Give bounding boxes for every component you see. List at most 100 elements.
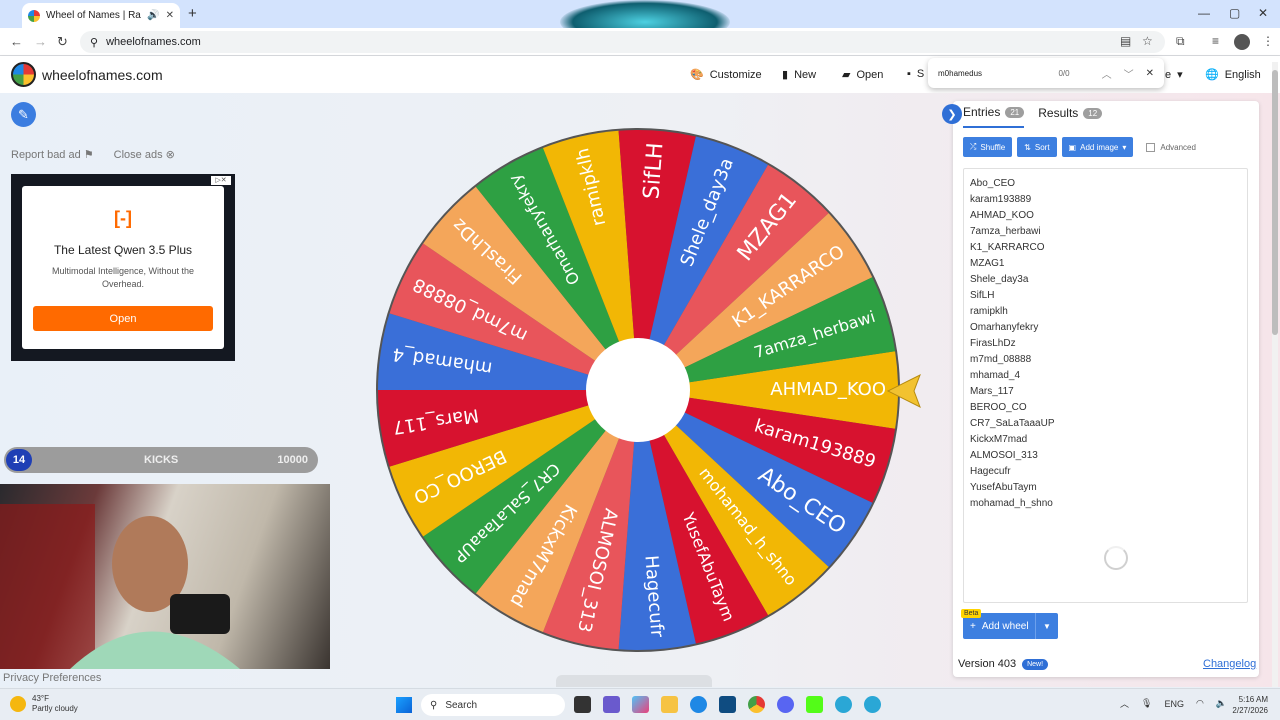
find-close-icon[interactable]: ✕ [1146, 68, 1154, 79]
input-language[interactable]: ENG [1164, 699, 1184, 709]
palette-icon: 🎨 [690, 69, 704, 81]
customize-label: Customize [709, 68, 762, 81]
plus-icon: + [970, 620, 976, 632]
reload-icon[interactable]: ↻ [57, 34, 68, 50]
entry-item: MZAG1 [970, 258, 1005, 269]
customize-button[interactable]: 🎨 Customize [690, 68, 762, 82]
close-window-icon[interactable]: ✕ [1258, 6, 1268, 20]
close-ads-link[interactable]: Close ads ⊗ [114, 148, 175, 161]
profile-avatar[interactable] [1234, 34, 1250, 50]
speaker-icon[interactable]: 🔊 [147, 10, 159, 21]
privacy-preferences-link[interactable]: Privacy Preferences [3, 672, 101, 684]
tab-entries-label: Entries [963, 105, 1001, 119]
loading-spinner-icon [1104, 546, 1128, 570]
page-icon[interactable]: ▤ [1120, 34, 1131, 48]
webcam-image [0, 504, 240, 669]
edge-icon[interactable] [690, 696, 707, 713]
maximize-icon[interactable]: ▢ [1229, 6, 1240, 20]
find-next-icon[interactable]: ﹀ [1124, 66, 1134, 81]
shuffle-button[interactable]: ⤮ Shuffle [963, 137, 1013, 157]
copilot-icon[interactable] [632, 696, 649, 713]
minimize-icon[interactable]: — [1198, 6, 1210, 20]
tab-results[interactable]: Results 12 [1038, 104, 1103, 128]
file-explorer-icon[interactable] [661, 696, 678, 713]
bookmark-star-icon[interactable]: ☆ [1142, 34, 1153, 48]
site-name[interactable]: wheelofnames.com [42, 67, 163, 83]
wheel-svg[interactable]: AHMAD_KOOkaram193889Abo_CEOmohamad_h_shn… [374, 126, 902, 654]
new-tab-icon[interactable]: + [188, 5, 197, 22]
taskbar-clock[interactable]: 5:16 AM 2/27/2026 [1224, 694, 1268, 716]
url-field[interactable]: ⚲ wheelofnames.com [80, 31, 1165, 53]
taskbar-search-label: Search [445, 699, 478, 711]
microphone-icon[interactable]: 🎙 [1141, 698, 1152, 709]
add-image-button[interactable]: ▣ Add image ▾ [1061, 137, 1134, 157]
open-button[interactable]: ▰ Open [842, 68, 884, 82]
discord-icon[interactable] [777, 696, 794, 713]
open-label: Open [856, 68, 884, 81]
chrome-icon[interactable] [748, 696, 765, 713]
entry-item: mohamad_h_shno [970, 498, 1053, 509]
wheel-segment-label: AHMAD_KOO [770, 379, 886, 400]
search-icon: ⚲ [430, 699, 438, 711]
tab-entries[interactable]: Entries 21 [963, 104, 1025, 128]
entry-item: SifLH [970, 290, 995, 301]
ad-content: [-] The Latest Qwen 3.5 Plus Multimodal … [22, 186, 224, 349]
collapse-panel-icon[interactable]: ❯ [942, 104, 962, 124]
wheel[interactable]: AHMAD_KOO karam193889 Abo_CEO mohamad_h_shn… [374, 126, 902, 654]
ad-open-button[interactable]: Open [33, 306, 213, 331]
task-view-icon[interactable] [574, 696, 591, 713]
ad-subtitle: Multimodal Intelligence, Without the Ove… [51, 266, 195, 289]
entry-item: Hagecufr [970, 466, 1011, 477]
save-button[interactable]: ▪ S [907, 68, 924, 80]
qwen-logo-icon: [-] [114, 208, 132, 228]
ad-links: Report bad ad ⚑ Close ads ⊗ [11, 148, 175, 161]
kicks-value: 10000 [277, 454, 308, 466]
browser-tab[interactable]: Wheel of Names | Random 🔊 ✕ [22, 3, 180, 28]
language-button[interactable]: 🌐 English [1205, 68, 1261, 82]
find-prev-icon[interactable]: ︿ [1102, 66, 1112, 81]
wifi-icon[interactable]: ◠ [1196, 698, 1204, 709]
chevron-down-icon: ▾ [1122, 142, 1127, 152]
extensions-icon[interactable]: ⧉ [1176, 34, 1185, 49]
entry-item: Shele_day3a [970, 274, 1029, 285]
site-info-icon[interactable]: ⚲ [90, 36, 98, 49]
weather-widget[interactable]: 43°F Partly cloudy [10, 694, 78, 714]
forward-icon[interactable]: → [34, 34, 47, 49]
entries-textarea[interactable]: Abo_CEO karam193889 AHMAD_KOO 7amza_herbawi… [963, 168, 1248, 603]
wheel-center-button[interactable] [586, 338, 690, 442]
app-icon[interactable] [835, 696, 852, 713]
clock-time: 5:16 AM [1238, 695, 1268, 704]
clock-date: 2/27/2026 [1232, 706, 1268, 715]
new-button[interactable]: ▮ New [782, 68, 816, 82]
menu-dots-icon[interactable]: ⋮ [1262, 34, 1274, 48]
sort-label: Sort [1034, 142, 1050, 152]
more-button[interactable]: e ▾ [1165, 68, 1183, 82]
add-wheel-dropdown-icon[interactable]: ▼ [1036, 622, 1058, 631]
report-ad-link[interactable]: Report bad ad ⚑ [11, 148, 94, 161]
kick-icon[interactable] [806, 696, 823, 713]
taskbar-search[interactable]: ⚲ Search [421, 694, 565, 716]
close-tab-icon[interactable]: ✕ [166, 10, 174, 21]
app2-icon[interactable] [864, 696, 881, 713]
kicks-progress-bar: 14 KICKS 10000 [4, 447, 318, 473]
back-icon[interactable]: ← [10, 34, 23, 49]
media-icon[interactable]: ≡ [1212, 34, 1219, 48]
store-icon[interactable] [719, 696, 736, 713]
windows-start-icon[interactable] [396, 697, 412, 713]
scrollbar-thumb[interactable] [1272, 70, 1278, 335]
entry-item: ALMOSOI_313 [970, 450, 1038, 461]
ad-choices-icon[interactable]: ▷✕ [211, 176, 231, 185]
edit-pencil-icon[interactable]: ✎ [11, 102, 36, 127]
shuffle-label: Shuffle [980, 142, 1006, 152]
find-input[interactable]: m0hamedus [938, 69, 1058, 78]
changelog-link[interactable]: Changelog [1203, 658, 1256, 670]
teams-icon[interactable] [603, 696, 620, 713]
site-logo-icon[interactable] [11, 62, 36, 87]
advanced-toggle[interactable]: Advanced [1146, 142, 1196, 152]
sort-button[interactable]: ⇅ Sort [1017, 137, 1057, 157]
chevron-up-icon[interactable]: ︿ [1120, 697, 1129, 710]
ad-banner[interactable]: ▷✕ [-] The Latest Qwen 3.5 Plus Multimod… [11, 174, 235, 361]
ad-title: The Latest Qwen 3.5 Plus [53, 243, 193, 257]
advanced-checkbox[interactable] [1146, 142, 1156, 152]
entry-item: 7amza_herbawi [970, 226, 1041, 237]
